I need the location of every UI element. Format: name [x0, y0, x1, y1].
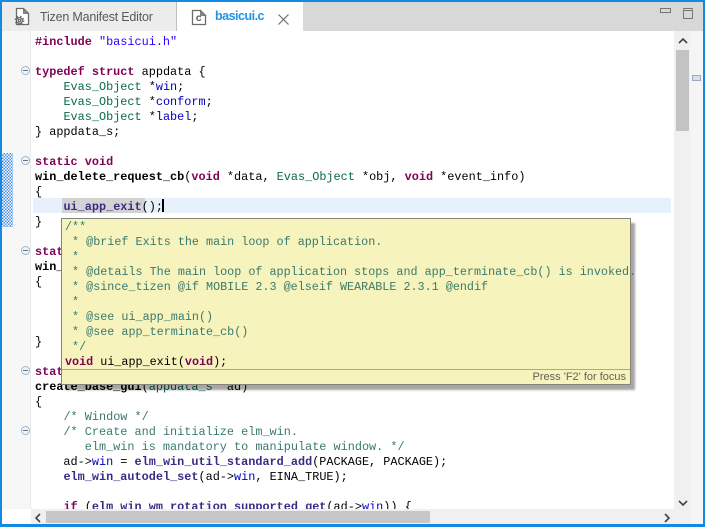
- svg-text:c: c: [196, 13, 202, 25]
